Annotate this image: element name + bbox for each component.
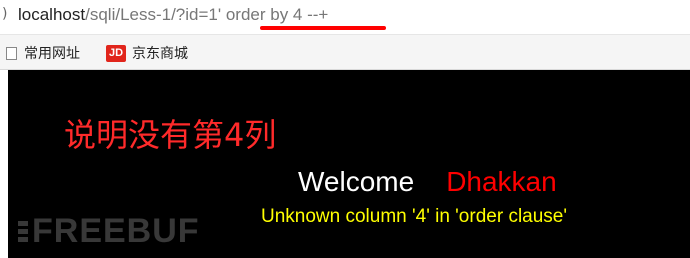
jd-logo-icon: JD	[106, 44, 126, 62]
welcome-text: Welcome	[298, 166, 415, 197]
page-content: 说明没有第4列 Welcome Dhakkan Unknown column '4…	[8, 70, 690, 258]
watermark-text: FREEBUF	[32, 212, 200, 250]
sql-error-message: Unknown column '4' in 'order clause'	[261, 206, 567, 227]
annotation-text: 说明没有第4列	[64, 116, 277, 154]
red-underline-annotation	[260, 26, 386, 30]
user-name-text: Dhakkan	[446, 166, 557, 197]
back-button-edge-icon[interactable]: )	[2, 6, 7, 22]
address-bar: ) localhost/sqli/Less-1/?id=1' order by …	[0, 0, 690, 34]
url-host: localhost	[18, 5, 86, 24]
bookmark-jd[interactable]: JD 京东商城	[106, 44, 188, 62]
url-field[interactable]: localhost/sqli/Less-1/?id=1' order by 4 …	[18, 5, 328, 25]
page-icon	[6, 46, 17, 60]
watermark-bars-icon	[18, 221, 28, 242]
freebuf-watermark: FREEBUF	[18, 212, 200, 251]
welcome-line: Welcome Dhakkan	[298, 166, 557, 198]
bookmark-label: 京东商城	[132, 46, 188, 62]
bookmarks-bar: 常用网址 JD 京东商城	[0, 34, 690, 70]
bookmark-label: 常用网址	[24, 46, 80, 62]
browser-window: ) localhost/sqli/Less-1/?id=1' order by …	[0, 0, 690, 258]
url-path: /sqli/Less-1/?id=1' order by 4 --+	[85, 5, 329, 24]
bookmark-common-sites[interactable]: 常用网址	[6, 44, 80, 62]
